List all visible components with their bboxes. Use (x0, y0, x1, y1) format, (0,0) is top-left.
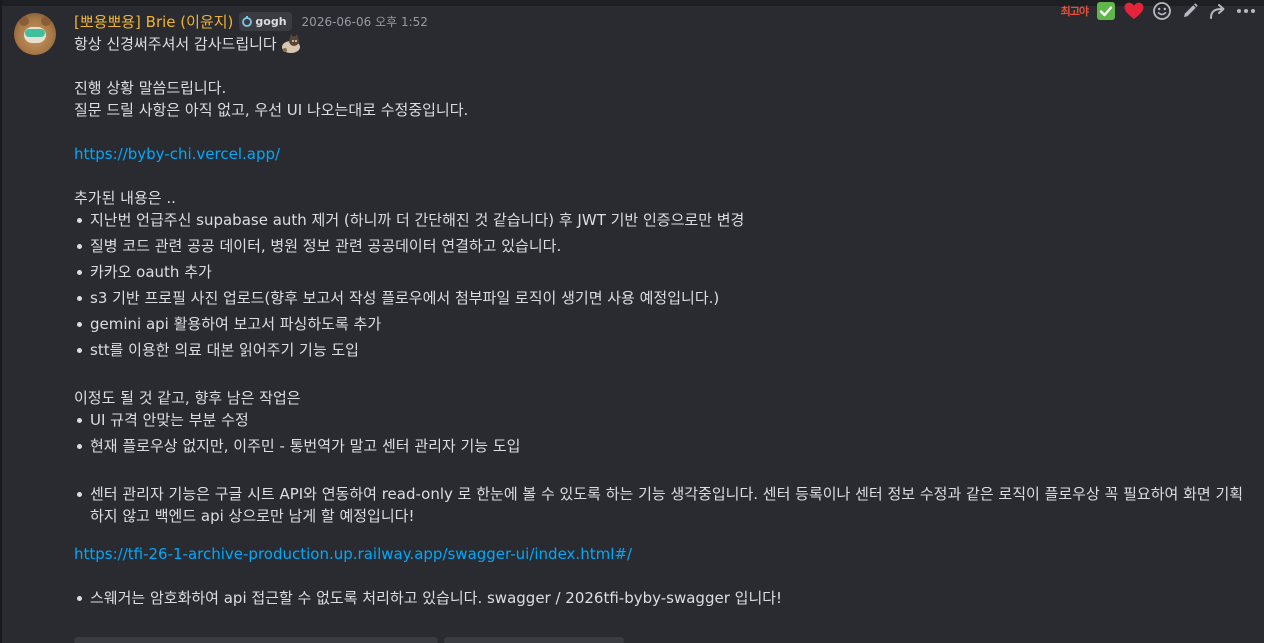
guild-tag-icon (242, 15, 253, 27)
discord-message-view: [뽀용뽀용] Brie (이윤지) gogh 2026-06-06 오후 1:5… (0, 0, 1264, 643)
list-item: 질병 코드 관련 공공 데이터, 병원 정보 관련 공공데이터 연결하고 있습니… (74, 235, 1254, 257)
message-header: [뽀용뽀용] Brie (이윤지) gogh 2026-06-06 오후 1:5… (74, 9, 428, 33)
app-link[interactable]: https://byby-chi.vercel.app/ (74, 145, 280, 163)
avatar-ear-left (19, 16, 29, 26)
list-item: 스웨거는 암호화하여 api 접근할 수 없도록 처리하고 있습니다. swag… (74, 587, 1254, 609)
embed-preview[interactable] (444, 637, 624, 643)
forward-icon[interactable] (1206, 0, 1230, 22)
more-icon[interactable] (1234, 0, 1258, 22)
remaining-intro: 이정도 될 것 같고, 향후 남은 작업은 (74, 389, 301, 407)
list-item: UI 규격 안맞는 부분 수정 (74, 409, 1254, 431)
embed-preview[interactable] (74, 637, 438, 643)
list-item: gemini api 활용하여 보고서 파싱하도록 추가 (74, 313, 1254, 335)
avatar-ear-right (41, 16, 51, 26)
add-reaction-icon[interactable] (1150, 0, 1174, 22)
avatar[interactable] (14, 13, 56, 55)
greeting-text: 항상 신경써주셔서 감사드립니다 (74, 35, 277, 53)
added-list: 지난번 언급주신 supabase auth 제거 (하니까 더 간단해진 것 … (74, 209, 1254, 361)
swagger-link[interactable]: https://tfi-26-1-archive-production.up.r… (74, 545, 632, 563)
message-timestamp[interactable]: 2026-06-06 오후 1:52 (302, 13, 428, 30)
message-content: 항상 신경써주셔서 감사드립니다 진행 상황 말씀드립니다. 질문 드릴 사항은… (74, 33, 1254, 613)
avatar-visor (25, 29, 45, 37)
left-edge (0, 0, 2, 643)
remaining-list: UI 규격 안맞는 부분 수정 현재 플로우상 없지만, 이주민 - 통번역가 … (74, 409, 1254, 457)
heart-icon[interactable] (1122, 0, 1146, 22)
custom-reaction-button[interactable]: 최고야 (1059, 3, 1090, 19)
check-mark-icon[interactable] (1094, 0, 1118, 22)
list-item: 카카오 oauth 추가 (74, 261, 1254, 283)
guild-tag-label: gogh (255, 14, 287, 28)
list-item: 센터 관리자 기능은 구글 시트 API와 연동하여 read-only 로 한… (74, 483, 1254, 527)
list-item: 지난번 언급주신 supabase auth 제거 (하니까 더 간단해진 것 … (74, 209, 1254, 231)
list-item: 현재 플로우상 없지만, 이주민 - 통번역가 말고 센터 관리자 기능 도입 (74, 435, 1254, 457)
progress-line: 진행 상황 말씀드립니다. (74, 79, 227, 97)
message-line: 항상 신경써주셔서 감사드립니다 (74, 33, 1254, 55)
list-item: s3 기반 프로필 사진 업로드(향후 보고서 작성 플로우에서 첨부파일 로직… (74, 287, 1254, 309)
link-line: https://tfi-26-1-archive-production.up.r… (74, 543, 1254, 565)
list-item: stt를 이용한 의료 대본 읽어주기 기능 도입 (74, 339, 1254, 361)
guild-tag[interactable]: gogh (239, 11, 292, 31)
edit-icon[interactable] (1178, 0, 1202, 22)
center-list: 센터 관리자 기능은 구글 시트 API와 연동하여 read-only 로 한… (74, 483, 1254, 527)
link-embed-edges (74, 637, 624, 643)
added-intro: 추가된 내용은 .. (74, 189, 176, 207)
username[interactable]: [뽀용뽀용] Brie (이윤지) (74, 11, 233, 32)
link-line: https://byby-chi.vercel.app/ (74, 143, 1254, 165)
status-line: 질문 드릴 사항은 아직 없고, 우선 UI 나오는대로 수정중입니다. (74, 101, 469, 119)
swagger-list: 스웨거는 암호화하여 api 접근할 수 없도록 처리하고 있습니다. swag… (74, 587, 1254, 609)
message-actions-bar: 최고야 (1059, 0, 1258, 22)
cat-emoji-icon (280, 33, 302, 53)
